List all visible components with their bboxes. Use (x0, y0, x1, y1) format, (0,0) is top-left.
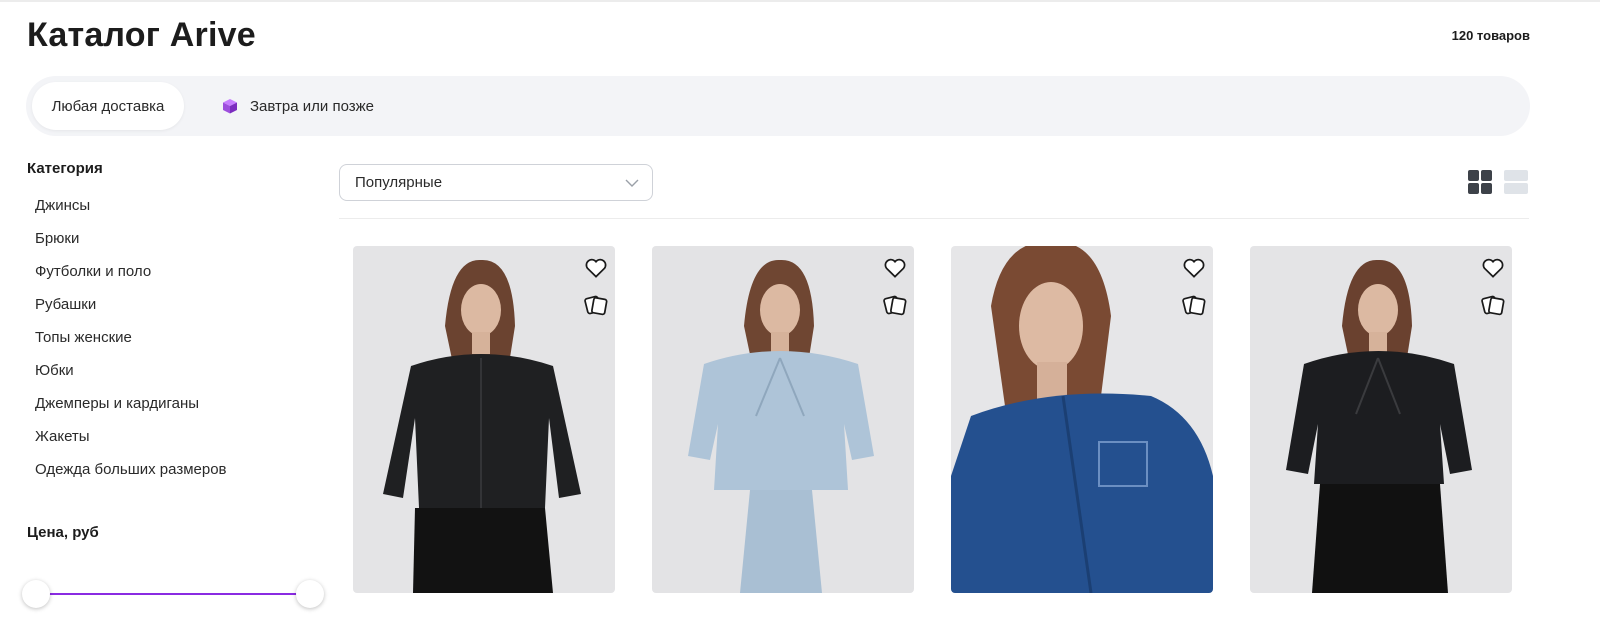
delivery-option-tomorrow[interactable]: Завтра или позже (222, 82, 374, 130)
category-item[interactable]: Футболки и поло (27, 263, 327, 296)
product-photo (951, 246, 1213, 593)
category-item[interactable]: Джинсы (27, 197, 327, 230)
product-photo (353, 246, 615, 593)
compare-icon[interactable] (583, 292, 609, 318)
sort-dropdown[interactable]: Популярные (339, 164, 653, 201)
heart-icon[interactable] (882, 255, 908, 281)
product-photo (652, 246, 914, 593)
category-item[interactable]: Рубашки (27, 296, 327, 329)
product-card[interactable] (353, 246, 615, 593)
price-min-handle[interactable] (22, 580, 50, 608)
category-item[interactable]: Юбки (27, 362, 327, 395)
grid-view-icon[interactable] (1468, 170, 1492, 194)
compare-icon[interactable] (1480, 292, 1506, 318)
product-card[interactable] (1250, 246, 1512, 593)
price-heading: Цена, руб (27, 524, 99, 541)
price-max-handle[interactable] (296, 580, 324, 608)
product-card[interactable] (951, 246, 1213, 593)
purple-cube-icon (223, 99, 237, 114)
category-item[interactable]: Брюки (27, 230, 327, 263)
category-item[interactable]: Жакеты (27, 428, 327, 461)
compare-icon[interactable] (1181, 292, 1207, 318)
list-view-icon[interactable] (1504, 170, 1528, 194)
delivery-option-label: Любая доставка (51, 97, 165, 115)
compare-icon[interactable] (882, 292, 908, 318)
category-item[interactable]: Топы женские (27, 329, 327, 362)
category-heading: Категория (27, 160, 103, 177)
page-title: Каталог Arive (27, 16, 256, 54)
filters-sidebar: Категория Джинсы Брюки Футболки и поло Р… (27, 160, 327, 494)
delivery-option-label: Завтра или позже (250, 97, 374, 115)
category-list: Джинсы Брюки Футболки и поло Рубашки Топ… (27, 197, 327, 494)
heart-icon[interactable] (583, 255, 609, 281)
product-card[interactable] (652, 246, 914, 593)
price-slider-track (36, 593, 310, 595)
category-item[interactable]: Джемперы и кардиганы (27, 395, 327, 428)
delivery-filter-bar: Любая доставка Завтра или позже (26, 76, 1530, 136)
product-photo (1250, 246, 1512, 593)
price-range-slider[interactable] (22, 580, 324, 610)
category-item[interactable]: Одежда больших размеров (27, 461, 327, 494)
heart-icon[interactable] (1181, 255, 1207, 281)
chevron-down-icon (625, 179, 639, 187)
top-border (0, 0, 1600, 2)
toolbar-divider (339, 218, 1529, 219)
sort-selected-value: Популярные (355, 174, 443, 191)
product-count: 120 товаров (1451, 28, 1530, 43)
heart-icon[interactable] (1480, 255, 1506, 281)
delivery-option-any[interactable]: Любая доставка (32, 82, 184, 130)
